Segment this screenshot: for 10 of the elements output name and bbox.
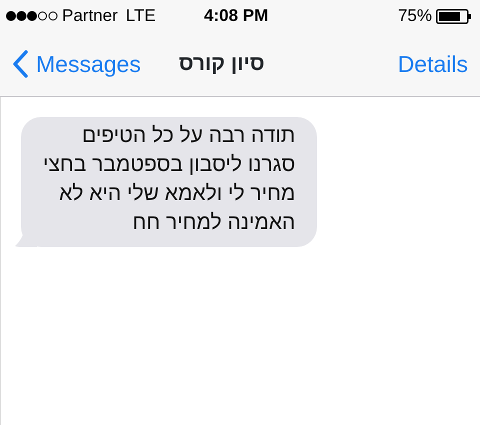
details-button[interactable]: Details — [398, 46, 468, 82]
clock: 4:08 PM — [204, 5, 268, 28]
signal-icon — [6, 11, 58, 21]
carrier-name: Partner — [62, 5, 118, 28]
network-type: LTE — [126, 5, 156, 28]
battery-percent: 75% — [398, 5, 432, 28]
back-chevron-icon — [12, 50, 28, 78]
back-button[interactable]: Messages — [12, 46, 141, 82]
battery-icon — [436, 8, 472, 24]
contact-name: סיון קורס — [178, 51, 265, 78]
